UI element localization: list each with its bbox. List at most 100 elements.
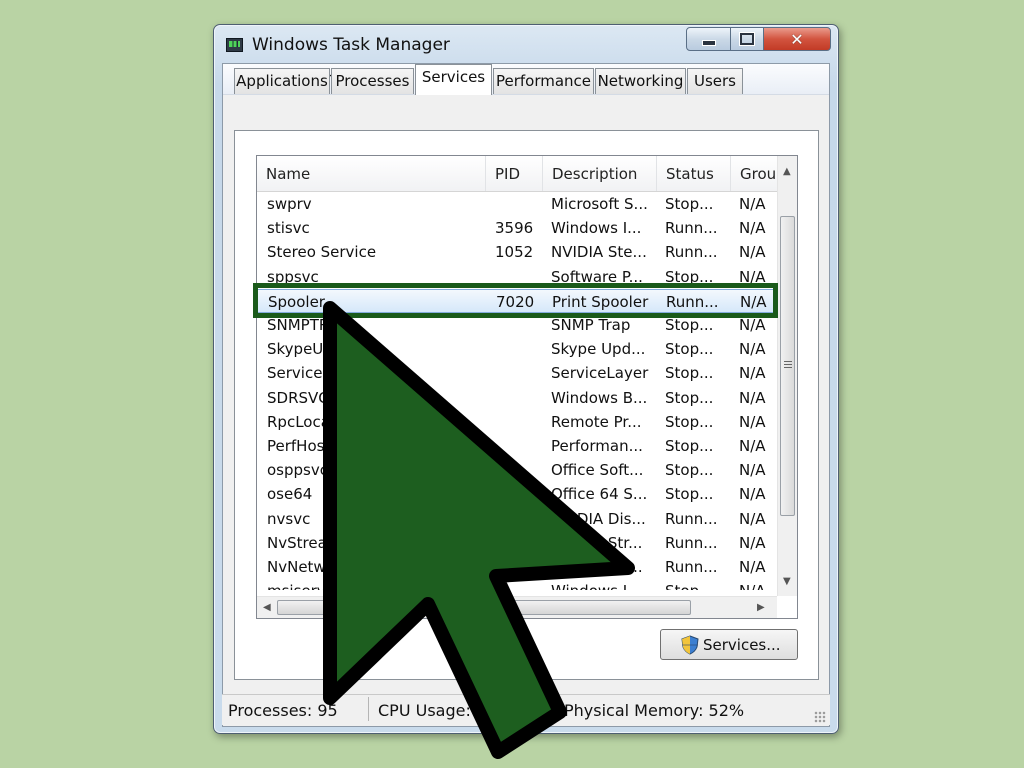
services-button-label: Services... — [703, 636, 781, 654]
cell-status: Stop... — [665, 437, 714, 455]
services-list[interactable]: Name PID Description Status Grou swprv Mi… — [256, 155, 798, 619]
cell-status: Runn... — [665, 533, 718, 552]
cell-group: N/A — [739, 243, 766, 262]
horizontal-scroll-thumb[interactable] — [277, 600, 691, 615]
cell-status: Stop... — [665, 461, 714, 480]
cell-name: SNMPTRAP — [267, 316, 349, 334]
scroll-down-icon[interactable]: ▼ — [783, 576, 791, 587]
cell-name: stisvc — [267, 219, 310, 238]
cell-status: Stop... — [665, 316, 714, 334]
cell-description: Remote Pr... — [551, 412, 642, 431]
status-bar: Processes: 95 CPU Usage: 2 Physical Memo… — [222, 694, 830, 725]
column-header-group[interactable]: Grou — [731, 156, 777, 191]
table-row[interactable]: ose64 Office 64 S... Stop... N/A — [257, 482, 777, 506]
column-header-description[interactable]: Description — [543, 156, 657, 191]
table-row[interactable]: SkypeUpdate Skype Upd... Stop... N/A — [257, 337, 777, 361]
cell-group: N/A — [739, 316, 766, 334]
column-header-name[interactable]: Name — [257, 156, 486, 191]
title-bar[interactable]: Windows Task Manager ✕ — [214, 25, 838, 63]
table-row[interactable]: NvStreamSvc NVIDIA Str... Runn... N/A — [257, 531, 777, 555]
table-row[interactable]: PerfHost Performan... Stop... N/A — [257, 434, 777, 458]
tab-services[interactable]: Services — [415, 64, 492, 95]
table-row[interactable]: SDRSVC Windows B... Stop... N/A — [257, 386, 777, 410]
cell-name: SDRSVC — [267, 388, 329, 407]
status-physical-memory: Physical Memory: 52% — [564, 701, 745, 720]
tab-networking[interactable]: Networking — [595, 68, 686, 94]
tab-performance[interactable]: Performance — [493, 68, 594, 94]
cell-description: Skype Upd... — [551, 340, 646, 359]
table-row[interactable]: nvsvc NVIDIA Dis... Runn... N/A — [257, 507, 777, 531]
cell-description: Microsoft S... — [551, 195, 648, 213]
scroll-left-icon[interactable]: ◀ — [263, 602, 271, 613]
cell-description: ServiceLayer — [551, 364, 649, 383]
tab-applications[interactable]: Applications — [234, 68, 330, 94]
table-row[interactable]: osppsvc Office Soft... Stop... N/A — [257, 458, 777, 482]
cell-group: N/A — [739, 388, 766, 407]
cell-pid: 3596 — [495, 219, 534, 238]
cell-name: NvNetworkService — [267, 558, 406, 576]
cell-group: N/A — [739, 195, 766, 213]
cell-pid: 1052 — [495, 243, 534, 262]
cell-name: swprv — [267, 195, 312, 213]
column-header-status[interactable]: Status — [657, 156, 731, 191]
table-row[interactable]: ServiceLayer ServiceLayer Stop... N/A — [257, 361, 777, 385]
tab-processes[interactable]: Processes — [331, 68, 414, 94]
cell-status: Runn... — [665, 243, 718, 262]
cell-group: N/A — [739, 582, 775, 590]
cell-status: Stop... — [665, 195, 714, 213]
cell-description: Performan... — [551, 437, 643, 455]
vertical-scrollbar[interactable]: ▲ ▼ — [777, 156, 797, 596]
maximize-icon — [739, 32, 755, 46]
cell-description: Windows B... — [551, 388, 648, 407]
cell-group: N/A — [739, 364, 766, 383]
services-button[interactable]: Services... — [660, 629, 798, 660]
scroll-right-icon[interactable]: ▶ — [757, 602, 765, 613]
status-cpu-usage: CPU Usage: 2 — [378, 701, 487, 720]
cell-status: Stop... — [665, 582, 735, 590]
cell-description: NVIDIA Dis... — [551, 509, 646, 528]
cell-description: NVIDIA Ste... — [551, 243, 647, 262]
cell-status: Stop... — [665, 412, 714, 431]
cell-group: N/A — [739, 558, 766, 576]
table-row[interactable]: msiserver Windows I... Stop... N/A — [257, 579, 777, 590]
cell-group: N/A — [739, 509, 766, 528]
column-header-pid[interactable]: PID — [486, 156, 543, 191]
spooler-highlight-box — [253, 283, 778, 318]
horizontal-scrollbar[interactable]: ◀ ▶ — [257, 596, 777, 618]
cell-description: Office 64 S... — [551, 485, 648, 504]
table-row[interactable]: stisvc 3596 Windows I... Runn... N/A — [257, 216, 777, 240]
cell-status: Stop... — [665, 388, 714, 407]
cell-description: Windows I... — [551, 219, 642, 238]
cell-name: PerfHost — [267, 437, 331, 455]
vertical-scroll-thumb[interactable] — [780, 216, 795, 516]
cell-description: Office Soft... — [551, 461, 644, 480]
cell-group: N/A — [739, 533, 766, 552]
status-separator — [368, 697, 369, 721]
cell-name: nvsvc — [267, 509, 311, 528]
cell-name: osppsvc — [267, 461, 328, 480]
close-button[interactable]: ✕ — [763, 27, 831, 51]
scroll-up-icon[interactable]: ▲ — [783, 166, 791, 177]
cell-status: Runn... — [665, 558, 718, 576]
table-row[interactable]: Stereo Service 1052 NVIDIA Ste... Runn... N/… — [257, 240, 777, 264]
tab-users[interactable]: Users — [687, 68, 743, 94]
close-icon: ✕ — [790, 29, 804, 49]
shield-icon — [681, 635, 699, 655]
cell-name: ose64 — [267, 485, 313, 504]
cell-name: ServiceLayer — [267, 364, 365, 383]
cell-status: Runn... — [665, 509, 718, 528]
cell-group: N/A — [739, 485, 766, 504]
task-manager-icon — [226, 38, 243, 52]
cell-status: Runn... — [665, 219, 718, 238]
table-row[interactable]: RpcLocator Remote Pr... Stop... N/A — [257, 410, 777, 434]
cell-description: NVIDIA Str... — [551, 533, 643, 552]
minimize-button[interactable] — [686, 27, 731, 51]
table-row[interactable]: swprv Microsoft S... Stop... N/A — [257, 192, 777, 216]
window-title: Windows Task Manager — [252, 35, 450, 55]
table-row[interactable]: NvNetworkService NVIDIA Ne... Runn... N/A — [257, 555, 777, 579]
resize-grip-icon[interactable] — [814, 711, 826, 723]
cell-description: NVIDIA Ne... — [551, 558, 643, 576]
grip-icon — [784, 361, 792, 370]
maximize-button[interactable] — [730, 27, 764, 51]
status-processes: Processes: 95 — [228, 701, 338, 720]
